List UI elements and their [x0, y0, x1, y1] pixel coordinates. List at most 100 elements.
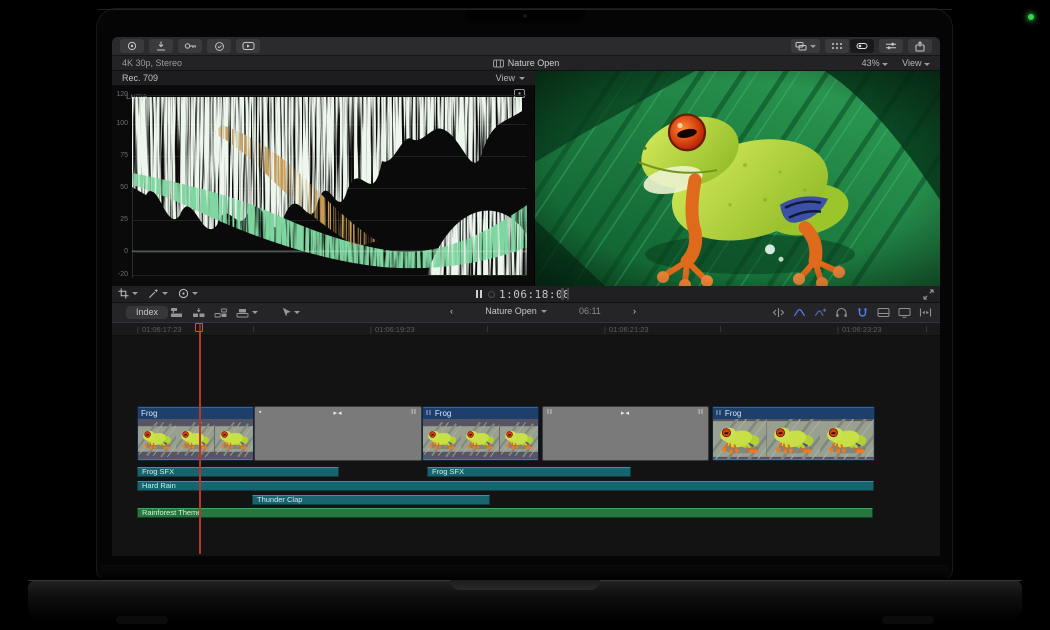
trim-icon[interactable]	[772, 307, 785, 318]
viewer-frame-frog	[535, 71, 940, 286]
video-clip-frog-1[interactable]: Frog	[137, 406, 254, 461]
overlays-icon	[795, 41, 807, 52]
monitor-icon[interactable]	[898, 307, 911, 318]
pointer-tool-button[interactable]	[281, 307, 300, 318]
transport-bar: 1:06:18:08	[112, 286, 940, 303]
chevron-down-icon	[294, 311, 300, 314]
viewer-panel	[535, 71, 940, 286]
transition-join-icon: ▸◂	[333, 409, 342, 417]
foot-left	[116, 616, 168, 624]
fcp-window: 4K 30p, Stereo Nature Open 43% View Rec.…	[112, 37, 940, 556]
filmstrip-icon	[493, 59, 504, 68]
axis-tick: 0	[112, 248, 128, 255]
clip-thumbnails	[423, 419, 538, 459]
keyword-editor-button[interactable]	[178, 39, 202, 53]
viewer-zoom-menu[interactable]: 43%	[862, 58, 889, 68]
append-edit-icon[interactable]	[214, 307, 227, 318]
color-tool-button[interactable]	[178, 288, 198, 299]
pause-icon[interactable]	[476, 290, 484, 300]
through-edit-icon: II	[716, 408, 722, 420]
clip-appearance-icon[interactable]	[877, 307, 890, 318]
background-tasks-button[interactable]	[207, 39, 231, 53]
timeline-ruler[interactable]: |01:06:17:23 |01:06:19:23 |01:06:21:23 |…	[112, 323, 940, 336]
chevron-down-icon	[924, 63, 930, 66]
playhead-marker[interactable]	[195, 323, 203, 332]
timecode-display[interactable]: 1:06:18:08	[499, 288, 570, 301]
audio-clip-frog-sfx-1[interactable]: Frog SFX	[137, 467, 339, 477]
import-button[interactable]	[149, 39, 173, 53]
gap-clip-2[interactable]: II ▸◂ II	[542, 406, 709, 461]
crop-icon	[118, 288, 129, 299]
media-clip-button[interactable]	[236, 39, 260, 53]
clip-audio-strip	[423, 459, 538, 461]
ruler-label: |01:06:23:23	[837, 325, 882, 334]
transition-join-icon: ▸◂	[621, 409, 630, 417]
skimming-icon[interactable]	[793, 307, 806, 318]
chevron-down-icon	[519, 77, 525, 80]
scope-header: Rec. 709 View	[112, 71, 535, 86]
placeholder-icon: ▪	[259, 409, 262, 416]
ruler-label: |01:06:19:23	[370, 325, 415, 334]
clip-thumbnails	[138, 419, 253, 459]
audio-meters-icon[interactable]	[561, 288, 569, 300]
index-button[interactable]: Index	[126, 306, 168, 319]
timeline-view-icon	[856, 41, 868, 51]
browser-toggle-button[interactable]	[825, 39, 849, 53]
gap-clip-1[interactable]: ▪ ▸◂ II	[254, 406, 422, 461]
clip-title: Frog	[141, 408, 157, 420]
timeline-toggle-button[interactable]	[850, 39, 874, 53]
audio-clip-frog-sfx-2[interactable]: Frog SFX	[427, 467, 631, 477]
snapping-icon[interactable]	[856, 307, 869, 318]
audio-skimming-icon[interactable]	[814, 307, 827, 318]
luma-waveform	[132, 95, 527, 279]
playhead[interactable]	[199, 323, 201, 554]
inspector-sliders-icon	[885, 41, 897, 51]
voiceover-button[interactable]	[120, 39, 144, 53]
axis-tick: 75	[112, 152, 128, 159]
expand-icon[interactable]	[923, 289, 934, 300]
timecode-mode-icon	[488, 291, 495, 298]
enhance-tool-button[interactable]	[148, 288, 168, 299]
overlays-button[interactable]	[791, 39, 820, 53]
timeline-tracks: Frog ▪ ▸◂ II IIFrog II ▸◂ II	[112, 336, 940, 556]
clip-title: Frog	[435, 408, 451, 420]
audio-clip-hard-rain[interactable]: Hard Rain	[137, 481, 874, 491]
viewer-view-menu[interactable]: View	[902, 58, 930, 68]
timeline-project-menu[interactable]: Nature Open	[485, 306, 547, 316]
clip-audio-strip	[138, 459, 253, 461]
voiceover-icon	[126, 41, 138, 51]
solo-icon[interactable]	[835, 307, 848, 318]
inspector-toggle-button[interactable]	[879, 39, 903, 53]
connect-edit-icon[interactable]	[170, 307, 183, 318]
crop-tool-button[interactable]	[118, 288, 138, 299]
axis-tick: 120	[112, 91, 128, 98]
next-project-button[interactable]: ›	[633, 306, 636, 316]
camera-notch	[465, 10, 585, 23]
background-tasks-icon	[214, 41, 225, 52]
insert-edit-icon[interactable]	[192, 307, 205, 318]
color-tool-icon	[178, 288, 189, 299]
prev-project-button[interactable]: ‹	[450, 306, 453, 316]
share-button[interactable]	[908, 39, 932, 53]
foot-right	[882, 616, 934, 624]
share-icon	[914, 41, 926, 52]
audio-clip-rainforest-theme[interactable]: Rainforest Theme	[137, 508, 873, 518]
stage: 4K 30p, Stereo Nature Open 43% View Rec.…	[0, 0, 1050, 630]
video-clip-frog-2[interactable]: IIFrog	[422, 406, 539, 461]
main-toolbar	[112, 37, 940, 56]
scope-view-menu[interactable]: View	[496, 73, 525, 83]
chevron-down-icon	[252, 311, 258, 314]
ruler-label: |01:06:21:23	[604, 325, 649, 334]
audio-clip-thunder-clap[interactable]: Thunder Clap	[252, 495, 490, 505]
video-clip-frog-3[interactable]: IIFrog	[712, 406, 875, 461]
overwrite-edit-icon[interactable]	[236, 307, 258, 318]
browser-grid-icon	[831, 41, 843, 51]
lid-lift-notch	[450, 580, 600, 590]
fit-timeline-icon[interactable]	[919, 307, 932, 318]
macbook-frame: 4K 30p, Stereo Nature Open 43% View Rec.…	[96, 8, 953, 580]
camera-dot	[523, 14, 527, 18]
axis-tick: 25	[112, 216, 128, 223]
chevron-down-icon	[192, 292, 198, 295]
chevron-down-icon	[810, 45, 816, 48]
video-scopes-panel: Rec. 709 View Luma 120 100 75 50 25 0 -2…	[112, 71, 535, 286]
